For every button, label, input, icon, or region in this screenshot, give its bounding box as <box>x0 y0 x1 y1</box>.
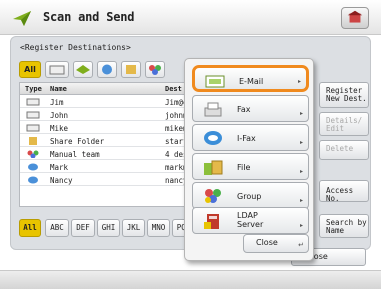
details-label-line2: Edit <box>326 124 345 133</box>
email-icon <box>26 124 40 132</box>
chevron-icon: ▸ <box>297 78 301 85</box>
fax-icon <box>204 102 222 117</box>
ldap-label-line2: Server <box>237 220 264 229</box>
ifax-icon <box>204 131 222 145</box>
ifax-icon <box>28 176 38 184</box>
search-label-line2: Name <box>326 226 345 235</box>
menu-item-label: Fax <box>237 105 251 114</box>
register-new-dest-button[interactable]: Register New Dest. <box>319 82 369 108</box>
email-icon <box>26 98 40 106</box>
chevron-icon: ▸ <box>299 222 303 229</box>
group-icon <box>27 150 39 158</box>
delete-label: Delete <box>326 144 354 153</box>
popup-close-button[interactable]: Close ↵ <box>243 234 309 253</box>
access-no-label: Access No. <box>326 186 354 203</box>
menu-item-fax[interactable]: Fax ▸ <box>192 95 309 122</box>
email-icon <box>26 111 40 119</box>
register-label-line2: New Dest. <box>326 94 367 103</box>
filter-ifax-button[interactable] <box>97 61 117 78</box>
row-name: John <box>50 111 69 120</box>
menu-item-ifax[interactable]: I-Fax ▸ <box>192 124 309 151</box>
row-name: Mike <box>50 124 69 133</box>
row-name: Mark <box>50 163 69 172</box>
menu-item-ldap[interactable]: LDAP Server ▸ <box>192 207 309 234</box>
col-dest-header: Dest <box>165 85 182 93</box>
title-bar: Scan and Send <box>0 0 381 35</box>
menu-item-label: I-Fax <box>237 134 256 143</box>
details-edit-button[interactable]: Details/ Edit <box>319 112 369 136</box>
menu-item-label: Group <box>237 192 262 201</box>
group-icon <box>205 189 221 203</box>
menu-item-label: File <box>237 163 251 172</box>
search-by-name-button[interactable]: Search by Name <box>319 214 369 238</box>
chevron-icon: ▸ <box>299 139 303 146</box>
screen-subtitle: <Register Destinations> <box>20 43 131 52</box>
ldap-server-icon <box>204 214 219 229</box>
file-icon <box>126 65 136 74</box>
row-name: Jim <box>50 98 64 107</box>
group-icon <box>149 65 161 75</box>
alpha-ghi-button[interactable]: GHI <box>97 219 120 237</box>
email-icon <box>205 75 225 88</box>
menu-item-group[interactable]: Group ▸ <box>192 182 309 209</box>
dest-type-popup: E-Mail ▸ Fax ▸ I-Fax ▸ File ▸ Group ▸ LD… <box>184 58 314 261</box>
row-name: Share Folder <box>50 137 105 146</box>
close-label: Close <box>256 238 278 247</box>
delete-button[interactable]: Delete <box>319 140 369 160</box>
page-title: Scan and Send <box>43 10 135 24</box>
ifax-icon <box>28 163 38 171</box>
filter-file-button[interactable] <box>121 61 141 78</box>
chevron-icon: ▸ <box>299 197 303 204</box>
status-bar <box>0 270 381 289</box>
file-icon <box>204 160 223 175</box>
file-icon <box>29 137 37 145</box>
row-name: Nancy <box>50 176 73 185</box>
return-icon: ↵ <box>298 241 304 249</box>
ldap-label-line1: LDAP <box>237 211 258 220</box>
menu-item-email[interactable]: E-Mail ▸ <box>192 65 309 92</box>
ifax-icon <box>102 64 112 75</box>
menu-item-file[interactable]: File ▸ <box>192 153 309 180</box>
fax-icon <box>76 65 90 74</box>
alpha-all-button[interactable]: All <box>19 219 41 237</box>
filter-email-button[interactable] <box>45 61 69 78</box>
row-name: Manual team <box>50 150 100 159</box>
main-menu-button[interactable] <box>341 7 369 29</box>
main-menu-icon <box>347 10 363 23</box>
col-name-header: Name <box>50 85 67 93</box>
alpha-def-button[interactable]: DEF <box>71 219 95 237</box>
filter-all-button[interactable]: All <box>19 61 41 78</box>
menu-item-label: LDAP Server <box>237 211 263 229</box>
alpha-jkl-button[interactable]: JKL <box>122 219 145 237</box>
email-icon <box>49 65 65 75</box>
col-type-header: Type <box>25 85 42 93</box>
filter-fax-button[interactable] <box>73 61 93 78</box>
menu-item-label: E-Mail <box>239 77 264 86</box>
scan-send-icon <box>13 11 31 26</box>
filter-group-button[interactable] <box>145 61 165 78</box>
alpha-mno-button[interactable]: MNO <box>147 219 170 237</box>
alpha-abc-button[interactable]: ABC <box>45 219 69 237</box>
chevron-icon: ▸ <box>299 168 303 175</box>
chevron-icon: ▸ <box>299 110 303 117</box>
access-no-button[interactable]: Access No. <box>319 180 369 203</box>
